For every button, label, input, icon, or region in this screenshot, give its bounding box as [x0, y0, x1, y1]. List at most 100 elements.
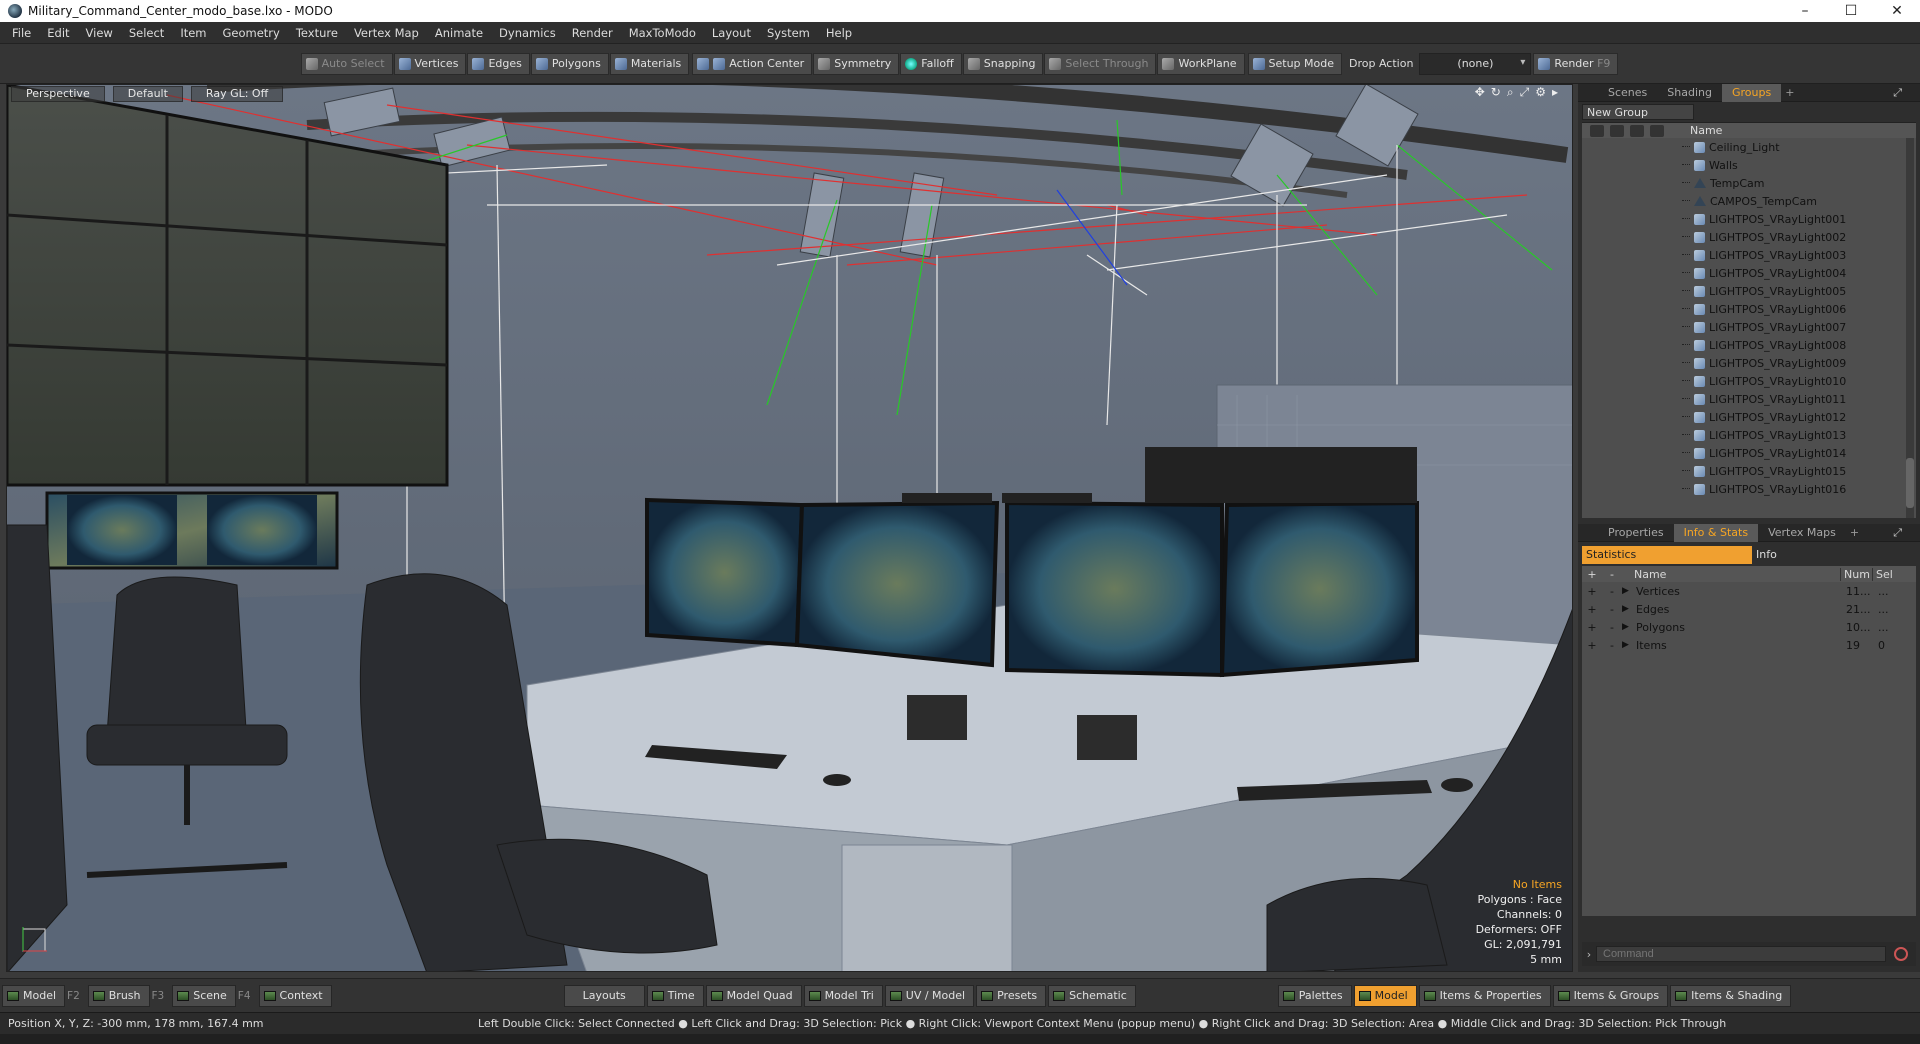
polygons-button[interactable]: Polygons [530, 52, 609, 75]
time-button[interactable]: Time [646, 984, 704, 1007]
vertices-button[interactable]: Vertices [393, 52, 467, 75]
shading-default-tab[interactable]: Default [112, 86, 183, 102]
command-history-icon[interactable]: › [1582, 948, 1596, 961]
list-item[interactable]: LIGHTPOS_VRayLight012 [1582, 408, 1916, 426]
collapse-icon[interactable]: - [1602, 639, 1622, 652]
disclosure-triangle-icon[interactable]: ▶ [1622, 622, 1636, 632]
drop-action-select[interactable]: (none) [1419, 52, 1532, 75]
layouts-button[interactable]: Layouts [563, 984, 645, 1007]
panel-expand-icon[interactable]: ⤢ [1883, 524, 1912, 542]
list-item[interactable]: LIGHTPOS_VRayLight006 [1582, 300, 1916, 318]
expand-icon[interactable]: + [1582, 585, 1602, 598]
list-item[interactable]: LIGHTPOS_VRayLight005 [1582, 282, 1916, 300]
raygl-toggle[interactable]: Ray GL: Off [190, 86, 284, 102]
maximize-button[interactable]: ☐ [1828, 0, 1874, 22]
snapping-button[interactable]: Snapping [962, 52, 1044, 75]
list-item[interactable]: LIGHTPOS_VRayLight015 [1582, 462, 1916, 480]
panel-expand-icon[interactable]: ⤢ [1883, 84, 1912, 102]
menu-texture[interactable]: Texture [288, 26, 346, 40]
pan-icon[interactable]: ✥ [1475, 85, 1485, 100]
menu-edit[interactable]: Edit [39, 26, 77, 40]
expand-icon[interactable]: + [1582, 639, 1602, 652]
disclosure-triangle-icon[interactable]: ▶ [1622, 640, 1636, 650]
scene-tab-button[interactable]: Scene [172, 984, 236, 1007]
palettes-button[interactable]: Palettes [1277, 984, 1352, 1007]
tab-scenes[interactable]: Scenes [1598, 84, 1657, 102]
add-tab-icon[interactable]: + [1846, 524, 1863, 542]
list-item[interactable]: CAMPOS_TempCam [1582, 192, 1916, 210]
list-item[interactable]: LIGHTPOS_VRayLight009 [1582, 354, 1916, 372]
info-icon[interactable] [1650, 124, 1664, 137]
close-button[interactable]: ✕ [1874, 0, 1920, 22]
menu-animate[interactable]: Animate [427, 26, 491, 40]
lock-icon[interactable] [1630, 124, 1644, 137]
render-toggle-icon[interactable] [1610, 124, 1624, 137]
schematic-button[interactable]: Schematic [1048, 984, 1136, 1007]
menu-geometry[interactable]: Geometry [215, 26, 288, 40]
collapse-icon[interactable]: - [1602, 621, 1622, 634]
menu-maxtomodo[interactable]: MaxToModo [621, 26, 704, 40]
collapse-icon[interactable]: - [1602, 585, 1622, 598]
list-item[interactable]: LIGHTPOS_VRayLight007 [1582, 318, 1916, 336]
zoom-icon[interactable]: ⌕ [1507, 85, 1514, 100]
table-row[interactable]: + - ▶ Edges 21...... [1582, 600, 1916, 618]
items-properties-button[interactable]: Items & Properties [1418, 984, 1551, 1007]
collapse-icon[interactable]: - [1602, 603, 1622, 616]
list-item[interactable]: TempCam [1582, 174, 1916, 192]
select-through-button[interactable]: Select Through [1044, 52, 1157, 75]
menu-system[interactable]: System [759, 26, 818, 40]
menu-layout[interactable]: Layout [704, 26, 759, 40]
menu-item[interactable]: Item [172, 26, 214, 40]
setup-mode-button[interactable]: Setup Mode [1247, 52, 1342, 75]
uv-model-button[interactable]: UV / Model [884, 984, 975, 1007]
list-item[interactable]: LIGHTPOS_VRayLight001 [1582, 210, 1916, 228]
list-item[interactable]: LIGHTPOS_VRayLight016 [1582, 480, 1916, 498]
tab-shading[interactable]: Shading [1657, 84, 1722, 102]
rotate-icon[interactable]: ↻ [1491, 85, 1501, 100]
symmetry-button[interactable]: Symmetry [813, 52, 900, 75]
visibility-eye-icon[interactable] [1590, 124, 1604, 137]
action-center-button[interactable]: Action Center [692, 52, 813, 75]
menu-file[interactable]: File [4, 26, 39, 40]
list-item[interactable]: LIGHTPOS_VRayLight010 [1582, 372, 1916, 390]
menu-select[interactable]: Select [121, 26, 172, 40]
auto-select-button[interactable]: Auto Select [300, 52, 393, 75]
expand-all-icon[interactable]: + [1582, 568, 1602, 581]
table-row[interactable]: + - ▶ Vertices 11...... [1582, 582, 1916, 600]
items-shading-button[interactable]: Items & Shading [1670, 984, 1792, 1007]
brush-tab-button[interactable]: Brush [87, 984, 150, 1007]
list-item[interactable]: LIGHTPOS_VRayLight008 [1582, 336, 1916, 354]
expand-icon[interactable]: + [1582, 621, 1602, 634]
list-item[interactable]: Walls [1582, 156, 1916, 174]
presets-button[interactable]: Presets [976, 984, 1047, 1007]
tab-info-stats[interactable]: Info & Stats [1673, 523, 1759, 542]
menu-render[interactable]: Render [564, 26, 621, 40]
model-tab-button[interactable]: Model [2, 984, 66, 1007]
list-item[interactable]: LIGHTPOS_VRayLight011 [1582, 390, 1916, 408]
list-item[interactable]: LIGHTPOS_VRayLight004 [1582, 264, 1916, 282]
tab-vertex-maps[interactable]: Vertex Maps [1758, 524, 1846, 542]
command-input[interactable] [1596, 946, 1886, 962]
stop-record-icon[interactable] [1894, 947, 1908, 961]
tab-groups[interactable]: Groups [1721, 83, 1782, 102]
disclosure-triangle-icon[interactable]: ▶ [1622, 586, 1636, 596]
materials-button[interactable]: Materials [609, 52, 690, 75]
new-group-button[interactable]: New Group [1582, 104, 1694, 120]
list-item[interactable]: LIGHTPOS_VRayLight002 [1582, 228, 1916, 246]
gear-icon[interactable]: ⚙ [1535, 85, 1546, 100]
model-quad-button[interactable]: Model Quad [705, 984, 802, 1007]
menu-help[interactable]: Help [818, 26, 860, 40]
list-item[interactable]: LIGHTPOS_VRayLight013 [1582, 426, 1916, 444]
render-button[interactable]: Render F9 [1533, 52, 1619, 75]
list-item[interactable]: LIGHTPOS_VRayLight014 [1582, 444, 1916, 462]
table-row[interactable]: + - ▶ Polygons 10...... [1582, 618, 1916, 636]
tab-properties[interactable]: Properties [1598, 524, 1674, 542]
subtab-statistics[interactable]: Statistics [1582, 546, 1752, 564]
model-layout-button[interactable]: Model [1353, 984, 1417, 1007]
expand-icon[interactable]: + [1582, 603, 1602, 616]
menu-dynamics[interactable]: Dynamics [491, 26, 564, 40]
list-item[interactable]: Ceiling_Light [1582, 138, 1916, 156]
minimize-button[interactable]: – [1782, 0, 1828, 22]
collapse-all-icon[interactable]: - [1602, 568, 1622, 581]
3d-viewport[interactable]: Perspective Default Ray GL: Off ✥ ↻ ⌕ ⤢ … [6, 84, 1573, 972]
